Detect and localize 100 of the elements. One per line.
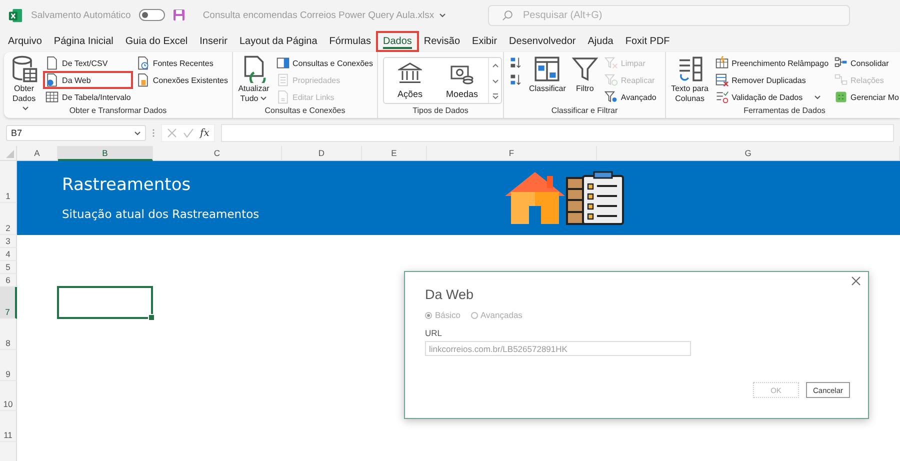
spreadsheet-app-icon: [8, 8, 23, 22]
column-header[interactable]: D: [282, 146, 362, 161]
document-link-icon: [276, 90, 290, 104]
ribbon-button[interactable]: Remover Duplicadas: [714, 72, 830, 88]
radio-button[interactable]: [470, 312, 478, 318]
file-name: Consulta encomendas Correios Power Query Aula.xlsx: [202, 10, 434, 20]
data-type-item[interactable]: Ações: [384, 58, 436, 103]
radio-label: Avançadas: [480, 310, 522, 320]
close-icon: [851, 276, 861, 286]
insert-function-button[interactable]: fx: [200, 128, 210, 138]
autosave-toggle[interactable]: [138, 9, 165, 21]
menu-tab[interactable]: Foxit PDF: [619, 32, 676, 50]
menu-tab[interactable]: Fórmulas: [323, 32, 377, 50]
ribbon-button[interactable]: Conexões Existentes: [134, 72, 229, 88]
row-header[interactable]: 3: [0, 235, 17, 248]
sort-grid-icon: [533, 55, 562, 83]
row-header[interactable]: 5: [0, 261, 17, 274]
menu-tab[interactable]: Desenvolvedor: [503, 32, 582, 50]
document-globe-icon: [45, 73, 60, 87]
column-header[interactable]: G: [597, 146, 900, 161]
field-label: URL: [425, 328, 444, 338]
filter-icon: [570, 55, 599, 83]
ribbon-button[interactable]: Atualizar Tudo: [236, 55, 272, 104]
menu-tab[interactable]: Layout da Página: [233, 32, 324, 50]
row-header[interactable]: 2: [0, 203, 17, 235]
more-icon[interactable]: [492, 92, 498, 98]
cell-reference: B7: [11, 128, 22, 138]
column-header[interactable]: C: [153, 146, 282, 161]
selected-cell[interactable]: [57, 286, 153, 319]
search-icon: [502, 10, 513, 20]
group-label: Classificar e Filtrar: [551, 105, 618, 117]
list-icon: [276, 73, 290, 87]
sort-ascending-icon: [509, 56, 523, 70]
column-header[interactable]: E: [362, 146, 427, 161]
ribbon-button[interactable]: Consolidar: [832, 55, 900, 71]
formula-input[interactable]: [221, 124, 894, 142]
ribbon-button[interactable]: Avançado: [602, 89, 658, 105]
row-header[interactable]: 1: [0, 161, 17, 203]
ribbon-button[interactable]: Preenchimento Relâmpago: [714, 55, 830, 71]
row-header[interactable]: 7: [0, 287, 17, 319]
data-type-item[interactable]: Moedas: [436, 58, 488, 103]
menu-tab[interactable]: Página Inicial: [48, 32, 120, 50]
filter-gear-icon: [604, 90, 618, 104]
group-label: Obter e Transformar Dados: [69, 105, 167, 117]
ribbon-button[interactable]: Classificar: [528, 55, 567, 94]
menu-tab[interactable]: Dados: [376, 32, 418, 50]
row-header[interactable]: 9: [0, 350, 17, 381]
menu-tab[interactable]: Exibir: [466, 32, 504, 50]
scroll-down-icon[interactable]: [492, 78, 498, 84]
row-header[interactable]: 4: [0, 248, 17, 261]
menu-tab[interactable]: Revisão: [418, 32, 466, 50]
caret-icon: [439, 12, 446, 18]
group-label: Consultas e Conexões: [264, 105, 346, 117]
ribbon-button[interactable]: Gerenciar Mo: [832, 89, 900, 105]
autosave-label: Salvamento Automático: [31, 10, 131, 20]
search-field[interactable]: Pesquisar (Alt+G): [488, 4, 850, 26]
panel-icon: [276, 56, 290, 70]
ribbon-button[interactable]: Validação de Dados: [714, 89, 830, 105]
banner-subtitle: Situação atual dos Rastreamentos: [62, 207, 260, 221]
column-header[interactable]: A: [17, 146, 58, 161]
scroll-up-icon[interactable]: [492, 62, 498, 68]
row-header[interactable]: 8: [0, 319, 17, 350]
menu-tab[interactable]: Guia do Excel: [119, 32, 194, 50]
menu-tab[interactable]: Inserir: [194, 32, 234, 50]
ribbon-button[interactable]: Fontes Recentes: [134, 55, 229, 71]
banner-title: Rastreamentos: [62, 175, 192, 195]
row-header[interactable]: 10: [0, 381, 17, 411]
caret-icon: [260, 96, 268, 101]
ribbon-button[interactable]: Obter Dados: [7, 55, 42, 114]
ribbon-button[interactable]: De Tabela/Intervalo: [44, 89, 132, 105]
document-icon: [45, 56, 60, 70]
caret-icon: [22, 106, 29, 111]
grip-icon: [152, 128, 155, 138]
bank-icon: [398, 62, 422, 86]
ribbon-button[interactable]: Filtro: [570, 55, 600, 94]
menu-tab[interactable]: Ajuda: [582, 32, 620, 50]
document-plug-icon: [136, 73, 150, 87]
group-label: Tipos de Dados: [412, 105, 468, 117]
caret-icon: [134, 130, 141, 136]
table-icon: [45, 90, 60, 104]
ribbon-button[interactable]: Texto para Colunas: [669, 55, 711, 104]
save-icon[interactable]: [172, 9, 185, 21]
row-header[interactable]: 6: [0, 274, 17, 287]
filter-clear-icon: [604, 56, 618, 70]
database-table-icon: [10, 55, 38, 83]
group-label: Ferramentas de Dados: [744, 105, 826, 117]
column-header[interactable]: B: [58, 146, 153, 161]
close-button[interactable]: [850, 276, 862, 288]
menu-tab[interactable]: Arquivo: [2, 32, 48, 50]
row-header[interactable]: 11: [0, 411, 17, 442]
triangle-icon: [6, 150, 14, 158]
name-box-field[interactable]: B7: [6, 125, 146, 141]
column-header[interactable]: F: [427, 146, 597, 161]
ribbon-button[interactable]: Da Web: [44, 72, 132, 88]
ribbon-button[interactable]: Consultas e Conexões: [274, 55, 374, 71]
radio-button[interactable]: [425, 312, 432, 318]
ribbon-button[interactable]: De Text/CSV: [44, 55, 132, 71]
sort-descending-icon: [509, 73, 523, 87]
dialog-title: Da Web: [425, 287, 475, 302]
radio-label: Básico: [435, 310, 461, 320]
